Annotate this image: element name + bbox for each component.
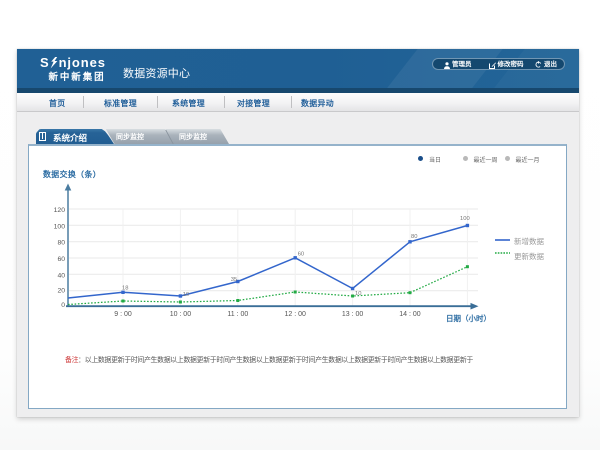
svg-text:40: 40 — [57, 272, 65, 279]
svg-text:10: 10 — [183, 292, 189, 298]
svg-text:80: 80 — [411, 234, 417, 240]
svg-text:14 : 00: 14 : 00 — [399, 311, 421, 318]
svg-text:60: 60 — [57, 256, 65, 263]
svg-text:80: 80 — [57, 240, 65, 247]
svg-text:12 : 00: 12 : 00 — [284, 311, 306, 318]
svg-text:20: 20 — [57, 288, 65, 295]
svg-text:100: 100 — [460, 216, 470, 222]
svg-text:100: 100 — [54, 223, 66, 230]
svg-text:13 : 00: 13 : 00 — [342, 311, 364, 318]
svg-text:10 : 00: 10 : 00 — [170, 311, 192, 318]
svg-text:35: 35 — [231, 277, 237, 283]
svg-text:11 : 00: 11 : 00 — [227, 311, 248, 318]
svg-text:9 : 00: 9 : 00 — [114, 311, 132, 318]
svg-text:10: 10 — [355, 291, 361, 297]
svg-text:0: 0 — [61, 302, 65, 309]
svg-text:60: 60 — [298, 252, 304, 258]
svg-text:120: 120 — [54, 207, 66, 214]
svg-text:18: 18 — [122, 285, 128, 291]
